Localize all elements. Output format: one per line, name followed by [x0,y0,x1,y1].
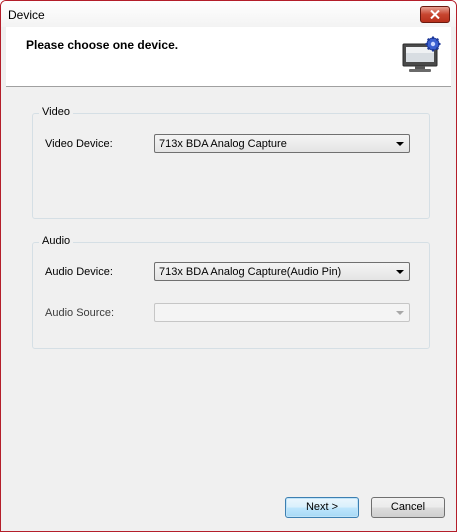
audio-group-legend: Audio [39,235,74,247]
video-group-legend: Video [39,106,73,118]
video-device-label: Video Device: [45,138,113,150]
audio-device-select[interactable]: 713x BDA Analog Capture(Audio Pin) [154,262,410,281]
device-dialog-window: Device Please choose one device. Video V… [0,0,457,532]
chevron-down-icon[interactable] [396,270,404,274]
audio-group: Audio Audio Device: 713x BDA Analog Capt… [32,235,430,349]
chevron-down-icon[interactable] [396,142,404,146]
close-button[interactable] [420,6,450,23]
monitor-gear-icon [402,36,441,72]
video-group: Video Video Device: 713x BDA Analog Capt… [32,106,430,219]
header-panel: Please choose one device. [6,27,451,87]
window-title: Device [8,8,45,22]
video-device-value: 713x BDA Analog Capture [159,138,287,150]
close-icon [430,10,440,19]
audio-source-label: Audio Source: [45,307,115,319]
content-area: Video Video Device: 713x BDA Analog Capt… [6,87,451,525]
cancel-button[interactable]: Cancel [371,497,445,518]
audio-device-value: 713x BDA Analog Capture(Audio Pin) [159,266,342,278]
next-button[interactable]: Next > [285,497,359,518]
audio-source-select[interactable] [154,303,410,322]
chevron-down-icon [396,311,404,315]
audio-device-label: Audio Device: [45,266,113,278]
header-title: Please choose one device. [26,38,179,52]
video-device-select[interactable]: 713x BDA Analog Capture [154,134,410,153]
title-bar[interactable]: Device [1,1,456,27]
